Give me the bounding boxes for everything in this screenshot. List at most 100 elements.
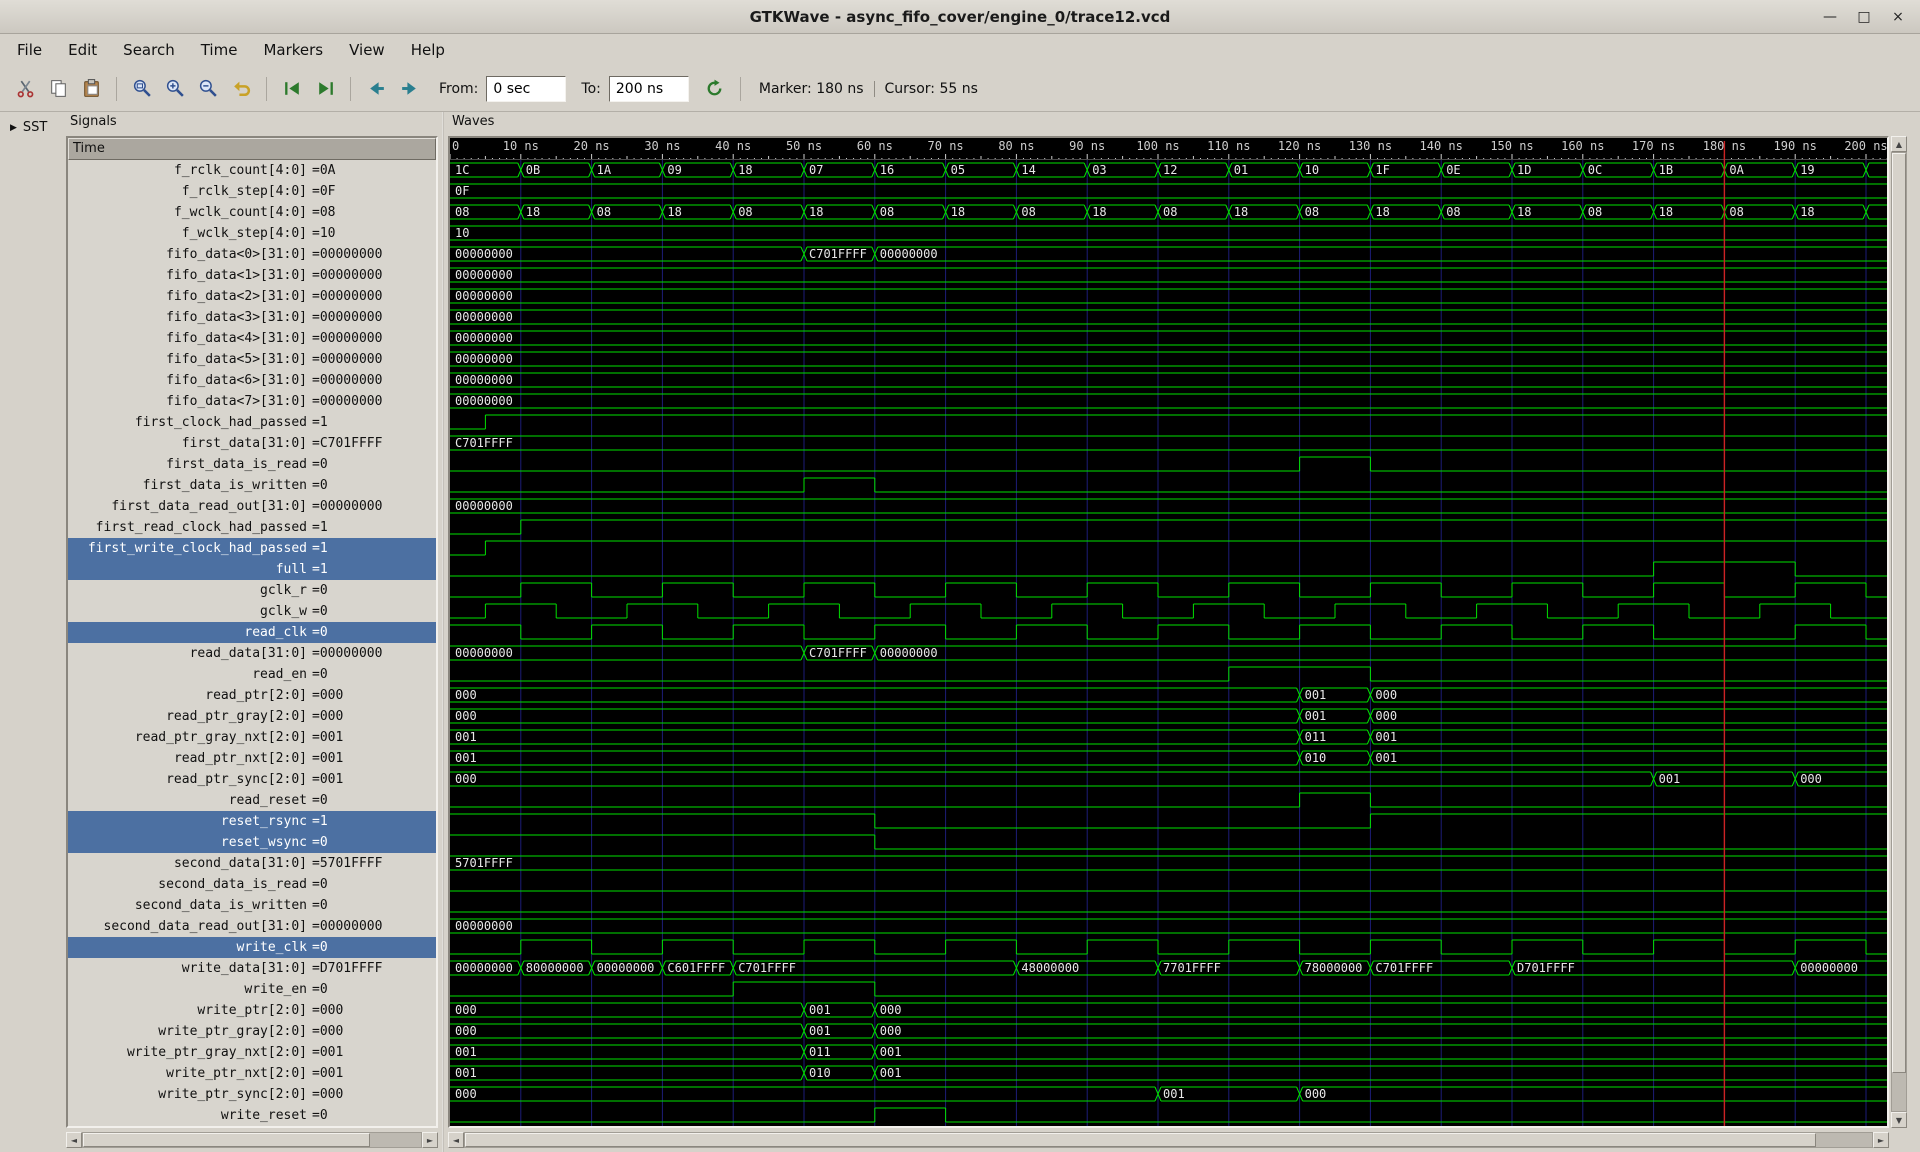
signal-row[interactable]: second_data[31:0] =5701FFFF bbox=[68, 853, 436, 874]
signal-row[interactable]: f_wclk_count[4:0] =08 bbox=[68, 202, 436, 223]
signal-name: fifo_data<2>[31:0] bbox=[166, 289, 307, 304]
signal-row[interactable]: write_ptr_gray[2:0] =000 bbox=[68, 1021, 436, 1042]
signal-row[interactable]: reset_wsync =0 bbox=[68, 832, 436, 853]
signal-row[interactable]: gclk_w =0 bbox=[68, 601, 436, 622]
signal-row[interactable]: write_ptr_sync[2:0] =000 bbox=[68, 1084, 436, 1105]
signal-row[interactable]: read_clk =0 bbox=[68, 622, 436, 643]
toolbar-separator bbox=[739, 76, 741, 101]
zoom-fit-button[interactable] bbox=[127, 74, 157, 104]
waveform-canvas[interactable]: 0 10 ns 20 ns 30 ns 40 ns 50 ns 60 ns 70 ns 80 n… bbox=[450, 138, 1887, 1126]
signal-row[interactable]: write_reset =0 bbox=[68, 1105, 436, 1126]
signal-row[interactable]: read_reset =0 bbox=[68, 790, 436, 811]
page-right-button[interactable] bbox=[394, 74, 424, 104]
panel-splitter[interactable] bbox=[438, 112, 448, 1152]
signal-row[interactable]: write_clk =0 bbox=[68, 937, 436, 958]
signal-row[interactable]: fifo_data<2>[31:0] =00000000 bbox=[68, 286, 436, 307]
menu-time[interactable]: Time bbox=[188, 36, 251, 64]
signal-value: =0A bbox=[312, 163, 336, 178]
time-column-header[interactable]: Time bbox=[68, 138, 436, 160]
signal-row[interactable]: fifo_data<7>[31:0] =00000000 bbox=[68, 391, 436, 412]
signal-row[interactable]: fifo_data<1>[31:0] =00000000 bbox=[68, 265, 436, 286]
signal-row[interactable]: read_ptr_sync[2:0] =001 bbox=[68, 769, 436, 790]
signal-row[interactable]: read_ptr_gray_nxt[2:0] =001 bbox=[68, 727, 436, 748]
signal-row[interactable]: f_wclk_step[4:0] =10 bbox=[68, 223, 436, 244]
shift-to-end-button[interactable] bbox=[310, 74, 340, 104]
signal-row[interactable]: read_ptr[2:0] =000 bbox=[68, 685, 436, 706]
menu-search[interactable]: Search bbox=[110, 36, 188, 64]
zoom-undo-button[interactable] bbox=[226, 74, 256, 104]
scroll-left-arrow[interactable]: ◄ bbox=[66, 1132, 82, 1148]
scrollbar-trough[interactable] bbox=[464, 1132, 1873, 1148]
signal-row[interactable]: write_ptr_gray_nxt[2:0] =001 bbox=[68, 1042, 436, 1063]
scrollbar-thumb[interactable] bbox=[465, 1133, 1816, 1147]
paste-button[interactable] bbox=[76, 74, 106, 104]
zoom-out-button[interactable] bbox=[193, 74, 223, 104]
signal-row[interactable]: reset_rsync =1 bbox=[68, 811, 436, 832]
signal-row[interactable]: read_ptr_gray[2:0] =000 bbox=[68, 706, 436, 727]
signal-value: =0 bbox=[312, 625, 328, 640]
signal-row[interactable]: full =1 bbox=[68, 559, 436, 580]
menu-help[interactable]: Help bbox=[398, 36, 458, 64]
signal-row[interactable]: read_ptr_nxt[2:0] =001 bbox=[68, 748, 436, 769]
signal-value: =0 bbox=[312, 457, 328, 472]
signal-row[interactable]: second_data_is_written =0 bbox=[68, 895, 436, 916]
minimize-button[interactable]: — bbox=[1816, 5, 1844, 29]
zoom-in-button[interactable] bbox=[160, 74, 190, 104]
scroll-right-arrow[interactable]: ► bbox=[422, 1132, 438, 1148]
menu-markers[interactable]: Markers bbox=[250, 36, 336, 64]
menu-view[interactable]: View bbox=[336, 36, 398, 64]
signal-row[interactable]: fifo_data<4>[31:0] =00000000 bbox=[68, 328, 436, 349]
signal-row[interactable]: fifo_data<3>[31:0] =00000000 bbox=[68, 307, 436, 328]
signal-row[interactable]: f_rclk_step[4:0] =0F bbox=[68, 181, 436, 202]
scrollbar-trough[interactable] bbox=[82, 1132, 422, 1148]
to-input[interactable] bbox=[608, 75, 689, 102]
scrollbar-thumb[interactable] bbox=[83, 1133, 371, 1147]
cut-button[interactable] bbox=[10, 74, 40, 104]
scroll-up-arrow[interactable]: ▲ bbox=[1891, 136, 1907, 152]
signal-value: =0 bbox=[312, 793, 328, 808]
scroll-left-arrow[interactable]: ◄ bbox=[448, 1132, 464, 1148]
signal-row[interactable]: second_data_read_out[31:0] =00000000 bbox=[68, 916, 436, 937]
signal-row[interactable]: first_write_clock_had_passed =1 bbox=[68, 538, 436, 559]
page-left-button[interactable] bbox=[361, 74, 391, 104]
scroll-right-arrow[interactable]: ► bbox=[1873, 1132, 1889, 1148]
signal-row[interactable]: write_ptr_nxt[2:0] =001 bbox=[68, 1063, 436, 1084]
signal-row[interactable]: fifo_data<6>[31:0] =00000000 bbox=[68, 370, 436, 391]
signal-row[interactable]: first_data[31:0] =C701FFFF bbox=[68, 433, 436, 454]
signal-value: =10 bbox=[312, 226, 336, 241]
signal-row[interactable]: write_ptr[2:0] =000 bbox=[68, 1000, 436, 1021]
shift-to-start-button[interactable] bbox=[277, 74, 307, 104]
reload-button[interactable] bbox=[700, 74, 730, 104]
scrollbar-trough[interactable] bbox=[1891, 152, 1907, 1112]
maximize-button[interactable]: □ bbox=[1850, 5, 1878, 29]
signal-row[interactable]: read_data[31:0] =00000000 bbox=[68, 643, 436, 664]
signal-row[interactable]: fifo_data<5>[31:0] =00000000 bbox=[68, 349, 436, 370]
signal-row[interactable]: write_data[31:0] =D701FFFF bbox=[68, 958, 436, 979]
signal-row[interactable]: first_data_read_out[31:0] =00000000 bbox=[68, 496, 436, 517]
signal-row[interactable]: second_data_is_read =0 bbox=[68, 874, 436, 895]
svg-text:001: 001 bbox=[455, 730, 477, 744]
signal-row[interactable]: f_rclk_count[4:0] =0A bbox=[68, 160, 436, 181]
scroll-down-arrow[interactable]: ▼ bbox=[1891, 1112, 1907, 1128]
svg-text:00000000: 00000000 bbox=[455, 394, 513, 408]
scrollbar-thumb[interactable] bbox=[1892, 153, 1906, 1073]
menu-file[interactable]: File bbox=[4, 36, 55, 64]
signal-row[interactable]: first_data_is_read =0 bbox=[68, 454, 436, 475]
copy-button[interactable] bbox=[43, 74, 73, 104]
waves-vscrollbar[interactable]: ▲ ▼ bbox=[1891, 136, 1907, 1128]
from-input[interactable] bbox=[486, 75, 567, 102]
signal-row[interactable]: first_data_is_written =0 bbox=[68, 475, 436, 496]
signal-row[interactable]: write_en =0 bbox=[68, 979, 436, 1000]
signals-hscrollbar[interactable]: ◄ ► bbox=[66, 1132, 438, 1148]
sst-expander[interactable]: ▶ SST bbox=[0, 112, 66, 135]
signal-row[interactable]: gclk_r =0 bbox=[68, 580, 436, 601]
signal-row[interactable]: fifo_data<0>[31:0] =00000000 bbox=[68, 244, 436, 265]
svg-text:30 ns: 30 ns bbox=[644, 139, 680, 153]
signal-row[interactable]: first_clock_had_passed =1 bbox=[68, 412, 436, 433]
signal-row[interactable]: read_en =0 bbox=[68, 664, 436, 685]
waves-hscrollbar[interactable]: ◄ ► bbox=[448, 1132, 1889, 1148]
menu-edit[interactable]: Edit bbox=[55, 36, 110, 64]
signal-row[interactable]: first_read_clock_had_passed =1 bbox=[68, 517, 436, 538]
svg-text:12: 12 bbox=[1163, 163, 1177, 177]
close-button[interactable]: × bbox=[1884, 5, 1912, 29]
